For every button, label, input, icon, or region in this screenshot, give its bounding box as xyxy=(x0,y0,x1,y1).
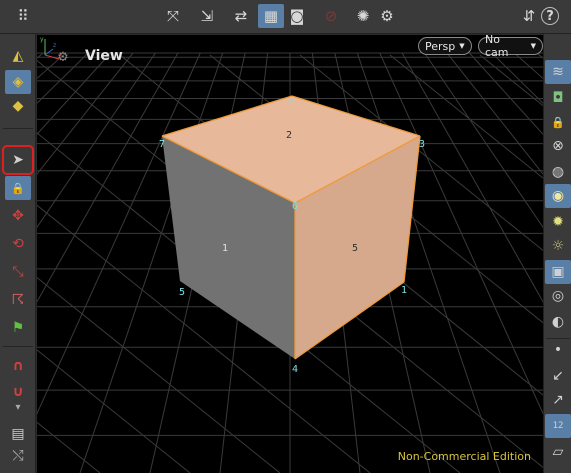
chevron-down-icon: ▼ xyxy=(459,42,465,50)
ghost-other-objects-icon[interactable]: ◘ xyxy=(545,86,571,110)
move-tool-icon[interactable]: ✥ xyxy=(5,204,31,228)
align-icon[interactable]: ⇄ xyxy=(228,4,254,28)
magnet-snap-icon[interactable]: ∩ xyxy=(5,354,31,378)
scene-viewport[interactable]: ⚙ View Persp ▼ No cam ▼ 2 7 3 6 5 1 4 2 … xyxy=(37,35,543,473)
select-primitives-icon[interactable]: ◆ xyxy=(5,94,31,118)
transform-handle-icon[interactable]: ⤧ xyxy=(160,4,186,28)
lock-camera-icon[interactable]: 🔒 xyxy=(545,110,571,134)
headlight-icon[interactable]: ◉ xyxy=(545,184,571,208)
view-gizmo-icon[interactable]: ⤭ xyxy=(5,444,31,468)
point-label: 4 xyxy=(292,364,299,375)
face-label: 5 xyxy=(352,243,359,254)
visibility-eye-icon[interactable]: ◎ xyxy=(545,284,571,308)
pose-tool-icon[interactable]: ☈ xyxy=(5,288,31,312)
lock-tool-icon[interactable]: 🔒 xyxy=(5,176,31,200)
camera-dropdown[interactable]: No cam ▼ xyxy=(478,35,543,59)
point-label: 6 xyxy=(292,201,299,212)
handle-tool-icon[interactable]: ⚑ xyxy=(5,316,31,340)
select-tool-icon[interactable]: ➤ xyxy=(2,145,34,175)
numbers-display-icon[interactable]: 12 xyxy=(545,414,571,438)
camera-dropdown-label: No cam xyxy=(485,35,509,59)
chevron-down-icon: ▼ xyxy=(530,42,536,50)
top-toolbar: ⠿ ⤧ ⇲ ⇄ ▦ ◙ ⊘ ✺ ⚙ ⇵ ? xyxy=(0,0,571,34)
point-label: 5 xyxy=(179,287,186,298)
light-link-icon[interactable]: ✺ xyxy=(350,4,376,28)
point-label: 3 xyxy=(419,139,426,150)
persp-dropdown[interactable]: Persp ▼ xyxy=(418,37,472,55)
svg-text:y: y xyxy=(40,36,44,43)
right-toolbar: ≋ ◘ 🔒 ⊗ ◍ ◉ ✹ ☼ ▣ ◎ ◐ • ↙ ↗ 12 ▱ xyxy=(543,34,571,473)
point-display-icon[interactable]: • xyxy=(545,338,571,362)
help-icon[interactable]: ? xyxy=(541,7,559,25)
flipbook-icon[interactable]: ⇵ xyxy=(516,4,542,28)
persp-dropdown-label: Persp xyxy=(425,39,456,53)
point-label: 7 xyxy=(159,139,166,150)
svg-text:z: z xyxy=(53,42,56,49)
more-arrow-icon[interactable]: ▾ xyxy=(5,400,31,414)
camera-view-icon[interactable]: ◙ xyxy=(284,4,310,28)
viewport-title: View xyxy=(85,48,123,64)
display-points-icon[interactable]: ◍ xyxy=(545,160,571,184)
grid-menu-icon[interactable]: ⠿ xyxy=(10,4,36,28)
face-label: 1 xyxy=(222,243,229,254)
select-points-icon[interactable]: ◈ xyxy=(5,70,31,94)
point-label: 2 xyxy=(289,96,296,107)
license-watermark: Non-Commercial Edition xyxy=(397,450,531,463)
template-icon[interactable]: ◐ xyxy=(545,310,571,334)
normal-display-icon[interactable]: ↙ xyxy=(545,364,571,388)
light-bulb-icon[interactable]: ✹ xyxy=(545,210,571,234)
settings-gear-icon[interactable]: ⚙ xyxy=(374,4,400,28)
stop-render-icon[interactable]: ⊘ xyxy=(318,4,344,28)
background-icon[interactable]: ▣ xyxy=(545,260,571,284)
axis-gizmo-icon: y x z xyxy=(40,36,63,60)
render-region-icon[interactable]: ▤ xyxy=(5,422,31,446)
light-off-icon[interactable]: ☼ xyxy=(545,234,571,258)
scale-tool-icon[interactable]: ⤡ xyxy=(5,260,31,284)
point-label: 1 xyxy=(401,285,408,296)
ground-grid-icon[interactable]: ▱ xyxy=(545,440,571,464)
toolbar-divider xyxy=(3,128,33,129)
svg-text:x: x xyxy=(59,52,63,59)
left-toolbar: ◭ ◈ ◆ ➤ 🔒 ✥ ⟲ ⤡ ☈ ⚑ ∩ ∪ ▾ ▤ ⤭ xyxy=(0,34,36,473)
close-view-icon[interactable]: ⊗ xyxy=(545,134,571,158)
rotate-tool-icon[interactable]: ⟲ xyxy=(5,232,31,256)
snap-icon[interactable]: ⇲ xyxy=(194,4,220,28)
display-options-icon[interactable]: ≋ xyxy=(545,60,571,84)
select-geometry-icon[interactable]: ◭ xyxy=(5,44,31,68)
toolbar-divider xyxy=(3,346,33,347)
vector-display-icon[interactable]: ↗ xyxy=(545,388,571,412)
face-label: 2 xyxy=(286,130,293,141)
viewport-layout-icon[interactable]: ▦ xyxy=(258,4,284,28)
